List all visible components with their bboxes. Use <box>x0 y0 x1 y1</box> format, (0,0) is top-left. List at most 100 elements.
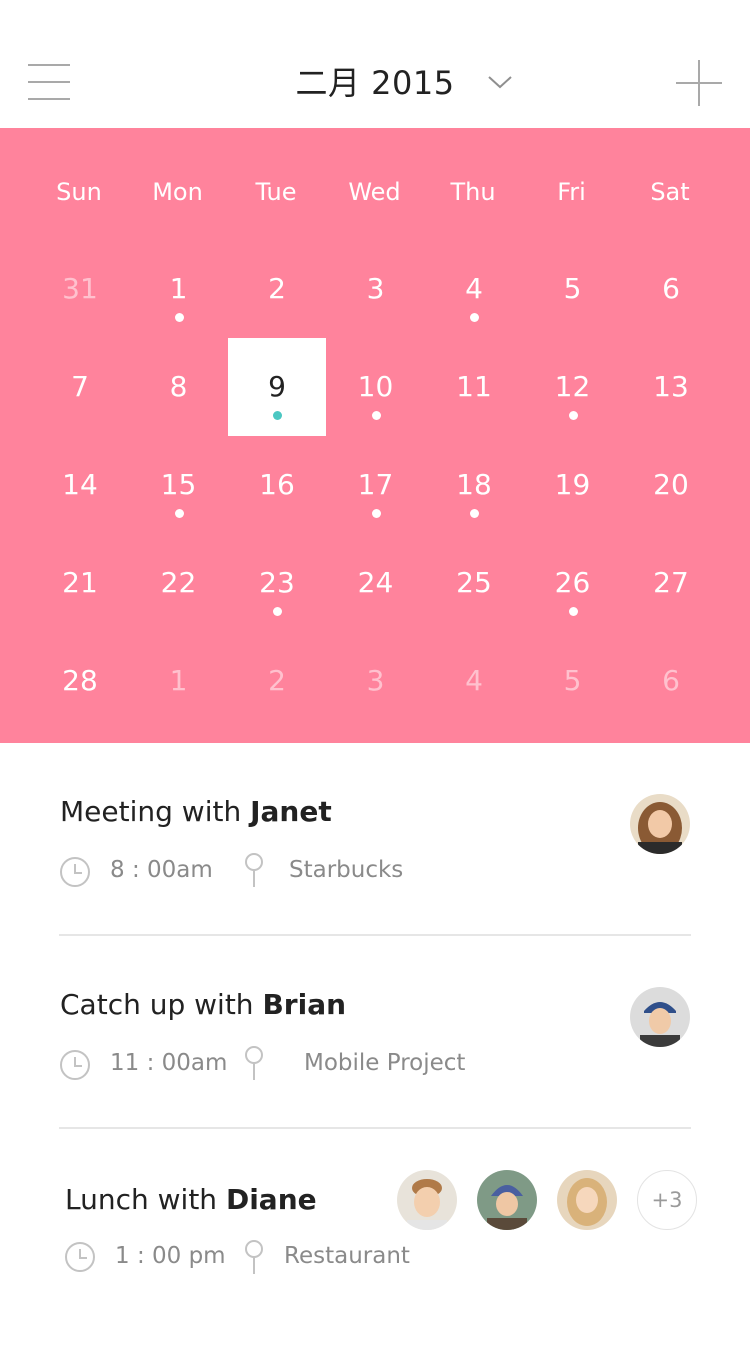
day-number: 1 <box>169 272 188 305</box>
calendar-day[interactable]: 7 <box>31 338 129 436</box>
calendar-day[interactable]: 21 <box>31 534 129 632</box>
event-item[interactable]: Catch up with Brian 11 : 00am Mobile Pro… <box>0 968 750 1158</box>
weekday-label: Sat <box>650 178 690 206</box>
weekday-label: Wed <box>348 178 401 206</box>
day-number: 3 <box>366 664 385 697</box>
calendar-day[interactable]: 2 <box>228 240 326 338</box>
calendar-day[interactable]: 12 <box>524 338 622 436</box>
month-title[interactable]: 二月 2015 <box>295 58 454 104</box>
title-wrap: 二月 2015 <box>0 58 750 104</box>
calendar-day[interactable]: 13 <box>622 338 720 436</box>
event-title: Lunch with Diane <box>65 1183 317 1216</box>
calendar-day[interactable]: 20 <box>622 436 720 534</box>
day-number: 18 <box>456 468 492 501</box>
calendar-day[interactable]: 16 <box>228 436 326 534</box>
weekday-label: Tue <box>255 178 297 206</box>
calendar-grid: Sun Mon Tue Wed Thu Fri Sat 31 1 2 3 4 5 6 7 8 9 10 11 12 1… <box>0 128 750 743</box>
calendar-day[interactable]: 1 <box>130 632 228 730</box>
calendar-day[interactable]: 17 <box>327 436 425 534</box>
event-person-name: Brian <box>262 988 347 1021</box>
calendar-day[interactable]: 1 <box>130 240 228 338</box>
day-number: 27 <box>653 566 689 599</box>
calendar-day[interactable]: 8 <box>130 338 228 436</box>
event-indicator-dot <box>174 313 184 322</box>
calendar-day[interactable]: 6 <box>622 240 720 338</box>
calendar-day[interactable]: 25 <box>425 534 523 632</box>
calendar-day[interactable]: 24 <box>327 534 425 632</box>
calendar-day[interactable]: 4 <box>425 240 523 338</box>
chevron-down-icon[interactable] <box>486 72 514 90</box>
calendar-day[interactable]: 11 <box>425 338 523 436</box>
header-bar: 二月 2015 <box>0 0 750 128</box>
day-number: 8 <box>169 370 188 403</box>
weekday-label: Fri <box>557 178 586 206</box>
day-number: 13 <box>653 370 689 403</box>
avatar-woman-blonde[interactable] <box>557 1170 617 1230</box>
calendar-day[interactable]: 2 <box>228 632 326 730</box>
event-title: Meeting with Janet <box>60 795 332 828</box>
location-pin-icon <box>244 853 264 887</box>
calendar-day[interactable]: 3 <box>327 240 425 338</box>
calendar-day[interactable]: 3 <box>327 632 425 730</box>
event-title: Catch up with Brian <box>60 988 346 1021</box>
event-indicator-dot <box>273 607 282 616</box>
day-number: 7 <box>71 370 89 403</box>
calendar-day[interactable]: 26 <box>524 534 622 632</box>
day-number: 31 <box>62 272 98 305</box>
calendar-day[interactable]: 6 <box>622 632 720 730</box>
day-number: 4 <box>465 272 483 305</box>
day-number: 14 <box>62 468 98 501</box>
day-number: 16 <box>259 468 295 501</box>
day-number: 2 <box>268 664 286 697</box>
day-number: 5 <box>563 664 582 697</box>
avatar-janet[interactable] <box>630 794 690 854</box>
day-number: 3 <box>366 272 385 305</box>
calendar-day[interactable]: 23 <box>228 534 326 632</box>
event-indicator-dot <box>568 411 578 420</box>
event-title-prefix: Meeting with <box>60 795 251 828</box>
calendar-day[interactable]: 28 <box>31 632 129 730</box>
calendar-day[interactable]: 5 <box>524 632 622 730</box>
calendar-day[interactable]: 27 <box>622 534 720 632</box>
day-number: 21 <box>62 566 98 599</box>
calendar-day[interactable]: 14 <box>31 436 129 534</box>
location-pin-icon <box>244 1240 264 1274</box>
event-indicator-dot <box>371 509 381 518</box>
more-attendees-badge[interactable]: +3 <box>637 1170 697 1230</box>
day-number: 1 <box>169 664 188 697</box>
avatar-brian[interactable] <box>630 987 690 1047</box>
day-number: 5 <box>563 272 582 305</box>
event-person-name: Janet <box>250 795 332 828</box>
calendar-day[interactable]: 31 <box>31 240 129 338</box>
day-number: 20 <box>653 468 689 501</box>
calendar-day[interactable]: 10 <box>327 338 425 436</box>
event-divider <box>59 934 691 936</box>
calendar-day[interactable]: 18 <box>425 436 523 534</box>
day-number: 15 <box>160 468 197 501</box>
calendar-day[interactable]: 4 <box>425 632 523 730</box>
clock-icon <box>65 1242 95 1272</box>
event-time: 1 : 00 pm <box>115 1243 226 1269</box>
day-number: 22 <box>160 566 197 599</box>
day-number: 6 <box>662 664 680 697</box>
day-number: 4 <box>465 664 483 697</box>
event-item[interactable]: Meeting with Janet 8 : 00am Starbucks <box>0 775 750 965</box>
calendar-day[interactable]: 22 <box>130 534 228 632</box>
calendar-day[interactable]: 15 <box>130 436 228 534</box>
event-location: Restaurant <box>284 1243 410 1269</box>
calendar-day[interactable]: 19 <box>524 436 622 534</box>
avatar-man[interactable] <box>397 1170 457 1230</box>
event-indicator-dot <box>273 411 282 420</box>
weekday-label: Thu <box>450 178 496 206</box>
calendar-day[interactable]: 5 <box>524 240 622 338</box>
calendar-day-selected[interactable]: 9 <box>228 338 326 436</box>
plus-icon[interactable] <box>676 60 722 106</box>
event-item[interactable]: Lunch with Diane 1 : 00 pm Restaurant +3 <box>0 1160 750 1350</box>
location-pin-icon <box>244 1046 264 1080</box>
avatar-woman-beanie[interactable] <box>477 1170 537 1230</box>
event-title-prefix: Lunch with <box>65 1183 226 1216</box>
day-number: 2 <box>268 272 286 305</box>
day-number: 26 <box>554 566 591 599</box>
event-indicator-dot <box>568 607 578 616</box>
weekday-label: Sun <box>56 178 102 206</box>
